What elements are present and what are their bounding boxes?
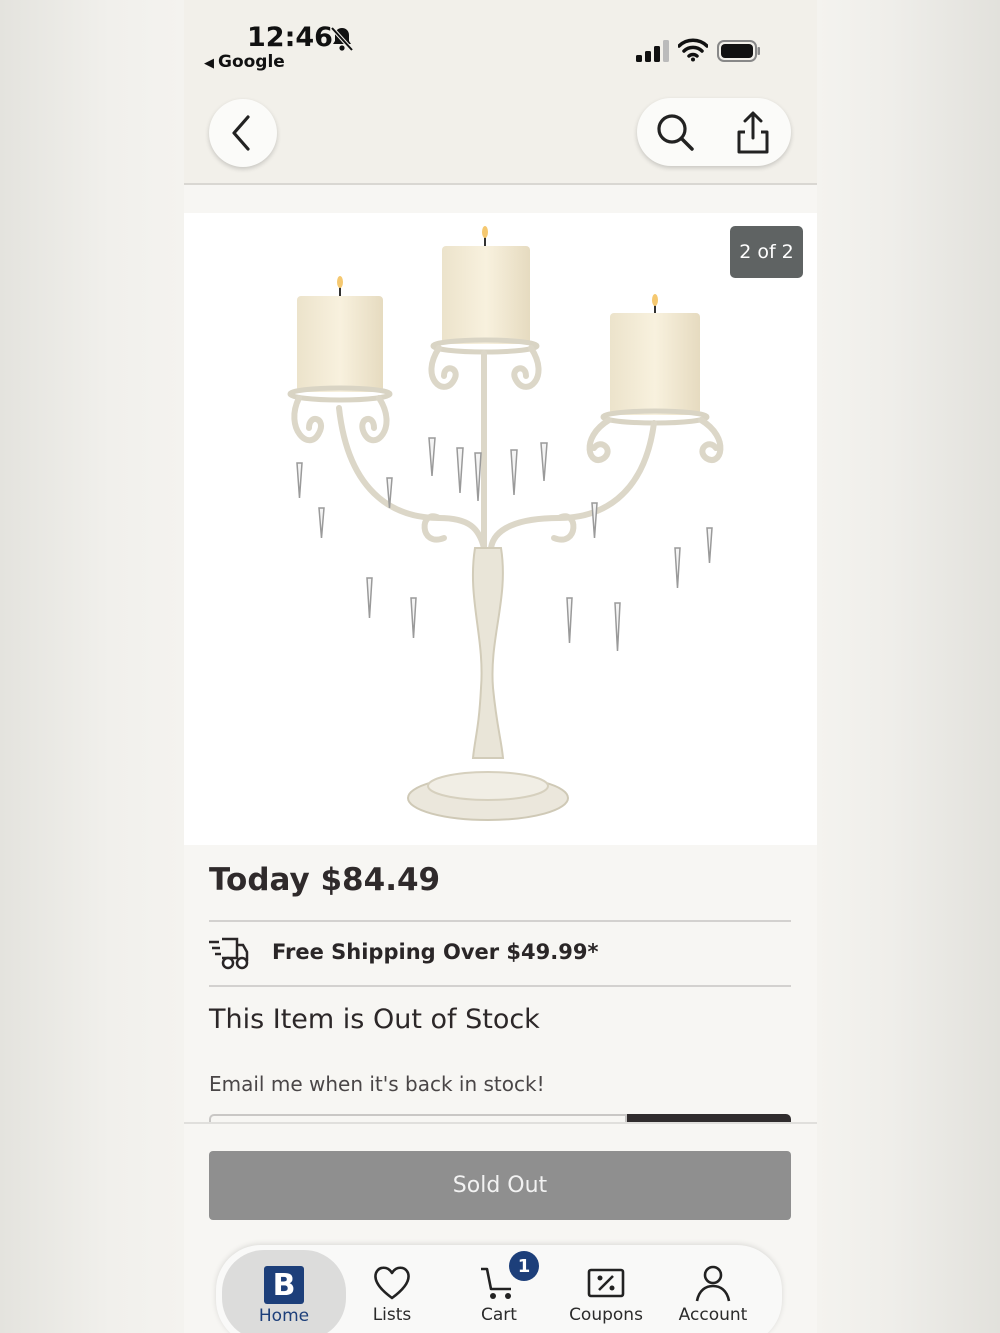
divider bbox=[209, 920, 791, 922]
nav-actions bbox=[637, 98, 791, 166]
tab-lists[interactable]: Lists bbox=[338, 1245, 446, 1333]
out-of-stock-heading: This Item is Out of Stock bbox=[209, 1004, 540, 1035]
tab-label: Account bbox=[678, 1305, 748, 1325]
heart-icon bbox=[374, 1266, 410, 1300]
email-prompt-label: Email me when it's back in stock! bbox=[209, 1072, 545, 1096]
back-app-label: Google bbox=[218, 52, 285, 72]
tab-label: Cart bbox=[481, 1305, 517, 1325]
sold-out-button[interactable]: Sold Out bbox=[209, 1151, 791, 1220]
bottom-tab-bar: B Home Lists 1 Cart Coupons Account bbox=[216, 1245, 782, 1333]
search-icon[interactable] bbox=[655, 112, 695, 152]
back-triangle-icon: ◀ bbox=[204, 56, 214, 71]
tab-home[interactable]: B Home bbox=[222, 1250, 346, 1333]
cellular-signal-icon bbox=[636, 40, 669, 62]
back-to-app-link[interactable]: ◀ Google bbox=[204, 52, 285, 72]
home-logo-icon: B bbox=[264, 1266, 304, 1304]
divider bbox=[209, 985, 791, 987]
cart-icon-wrap: 1 bbox=[479, 1251, 539, 1303]
cart-count-badge: 1 bbox=[509, 1251, 539, 1281]
tab-label: Home bbox=[258, 1306, 310, 1326]
tab-cart[interactable]: 1 Cart bbox=[445, 1245, 553, 1333]
tab-label: Coupons bbox=[569, 1305, 643, 1325]
tab-label: Lists bbox=[372, 1305, 412, 1325]
product-image-gallery[interactable]: 2 of 2 bbox=[184, 213, 817, 845]
product-price: Today $84.49 bbox=[209, 862, 441, 898]
background-left bbox=[0, 0, 184, 1333]
shipping-truck-icon bbox=[209, 937, 249, 970]
background-right bbox=[817, 0, 1000, 1333]
bell-slash-icon bbox=[330, 26, 354, 52]
person-icon bbox=[695, 1265, 731, 1302]
candelabra-image bbox=[287, 226, 724, 821]
chevron-left-icon bbox=[232, 115, 250, 151]
tab-account[interactable]: Account bbox=[659, 1245, 767, 1333]
sold-out-bar: Sold Out bbox=[184, 1122, 817, 1248]
status-time: 12:46 bbox=[247, 22, 333, 53]
wifi-icon bbox=[678, 38, 708, 62]
back-button[interactable] bbox=[209, 99, 277, 167]
free-shipping-text: Free Shipping Over $49.99* bbox=[272, 940, 599, 964]
tab-coupons[interactable]: Coupons bbox=[552, 1245, 660, 1333]
image-counter: 2 of 2 bbox=[730, 226, 803, 278]
top-bar: 12:46 ◀ Google bbox=[184, 0, 817, 185]
coupon-icon bbox=[587, 1268, 625, 1298]
battery-icon bbox=[717, 40, 760, 62]
phone-screen: 12:46 ◀ Google 2 of 2 Today $84.49 Free … bbox=[184, 0, 817, 1333]
share-icon[interactable] bbox=[735, 110, 771, 154]
